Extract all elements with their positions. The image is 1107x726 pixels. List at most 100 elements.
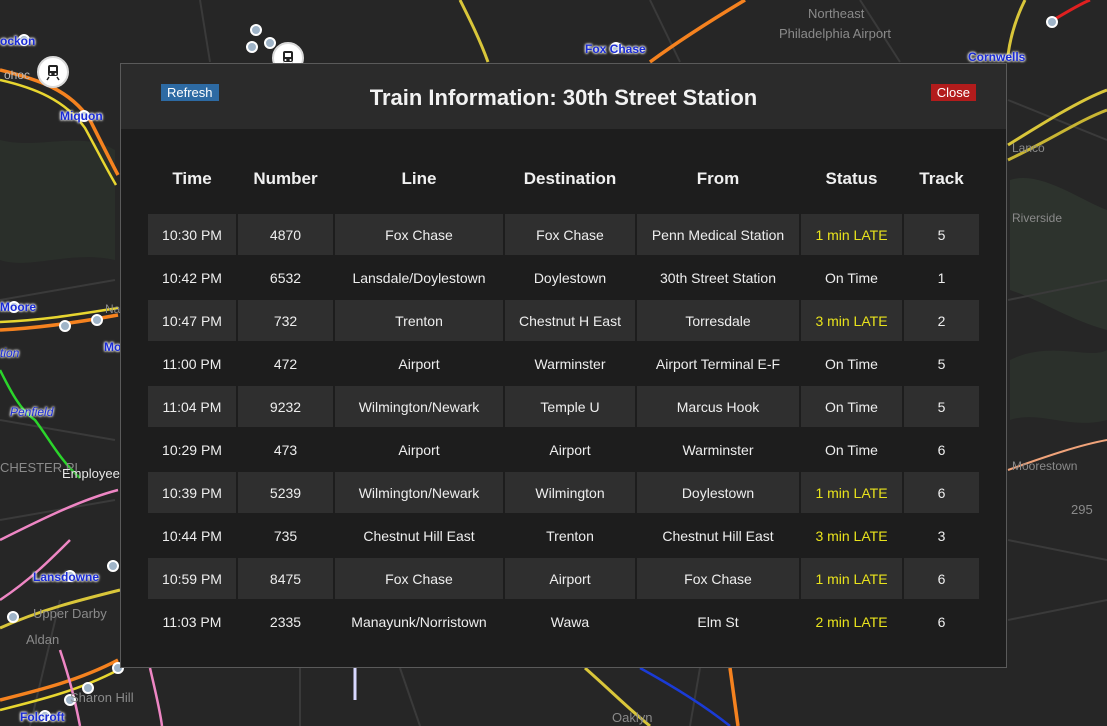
modal-title: Train Information: 30th Street Station [369,85,758,110]
cell-from: 30th Street Station [660,269,776,286]
map-label: Northeast [808,6,865,21]
cell-destination: Airport [549,441,591,458]
map-label: ockon [0,34,36,48]
cell-status: On Time [825,269,878,286]
cell-from: Doylestown [637,472,799,513]
table-row[interactable]: 10:30 PM 4870 Fox Chase Fox Chase Penn Medic… [148,214,979,255]
map-label: Lansdowne [33,570,100,584]
cell-number: 4870 [238,214,333,255]
table-row[interactable]: 11:04 PM 9232 Wilmington/Newark Temple U Mar… [148,386,979,427]
cell-track: 5 [904,386,979,427]
cell-line: Wilmington/Newark [335,472,503,513]
cell-line: Fox Chase [335,558,503,599]
cell-track: 2 [904,300,979,341]
cell-time: 10:39 PM [148,472,236,513]
column-header-time: Time [172,169,212,188]
cell-track: 6 [904,472,979,513]
train-icon-glyph [46,65,60,81]
map-label: Sharon Hill [70,690,134,705]
cell-track: 5 [937,355,946,372]
cell-status: 3 min LATE [801,300,902,341]
map-label: Miquon [60,109,103,123]
map-label: tion [0,346,20,360]
cell-from: Elm St [697,613,739,630]
cell-track: 6 [937,441,946,458]
cell-number: 472 [273,355,298,372]
cell-number: 735 [273,527,298,544]
table-row[interactable]: 10:59 PM 8475 Fox Chase Airport Fox Chase 1 m… [148,558,979,599]
modal-header: Refresh Train Information: 30th Street S… [121,64,1006,129]
cell-track: 6 [904,558,979,599]
table-body: 10:30 PM 4870 Fox Chase Fox Chase Penn Medic… [148,214,979,642]
cell-destination: Trenton [546,527,594,544]
train-schedule-table: Time Number Line Destination From Status… [146,162,981,644]
cell-time: 10:59 PM [148,558,236,599]
cell-number: 6532 [269,269,302,286]
cell-time: 10:42 PM [162,269,222,286]
map-label: Moore [0,300,36,314]
cell-status: 2 min LATE [815,613,888,630]
cell-track: 6 [937,613,946,630]
cell-from: Warminster [682,441,754,458]
cell-time: 10:44 PM [162,527,222,544]
table-header-row: Time Number Line Destination From Status… [148,164,979,194]
map-label: Philadelphia Airport [779,26,892,41]
cell-line: Fox Chase [335,214,503,255]
cell-from: Chestnut Hill East [662,527,774,544]
column-header-number: Number [253,169,318,188]
map-label: ohoc [4,68,31,82]
cell-from: Fox Chase [637,558,799,599]
cell-time: 10:30 PM [148,214,236,255]
cell-time: 11:00 PM [162,355,222,372]
cell-destination: Fox Chase [505,214,635,255]
cell-track: 5 [904,214,979,255]
map-label: Folcroft [20,710,65,724]
table-row[interactable]: 10:29 PM 473 Airport Airport Warminster On Ti… [148,429,979,470]
table-row[interactable]: 10:44 PM 735 Chestnut Hill East Trenton Ches… [148,515,979,556]
column-header-destination: Destination [523,169,617,188]
cell-status: On Time [825,355,878,372]
cell-line: Airport [398,355,440,372]
train-icon[interactable] [37,56,69,88]
cell-line: Chestnut Hill East [363,527,475,544]
map-label: Upper Darby [33,606,107,621]
cell-line: Wilmington/Newark [335,386,503,427]
table-row[interactable]: 10:42 PM 6532 Lansdale/Doylestown Doylestow… [148,257,979,298]
cell-line: Manayunk/Norristown [351,613,487,630]
cell-line: Airport [398,441,440,458]
map-label: Lanco [1012,141,1045,155]
column-header-status: Status [825,169,878,188]
table-row[interactable]: 11:03 PM 2335 Manayunk/Norristown Wawa Elm S… [148,601,979,642]
cell-number: 9232 [238,386,333,427]
cell-status: On Time [825,441,878,458]
map-label: Oaklyn [612,710,653,725]
map-label: Aldan [26,632,60,647]
cell-line: Trenton [335,300,503,341]
map-label: 295 [1071,502,1093,517]
table-row[interactable]: 10:47 PM 732 Trenton Chestnut H East Torresd… [148,300,979,341]
cell-track: 3 [937,527,946,544]
cell-from: Torresdale [637,300,799,341]
table-row[interactable]: 10:39 PM 5239 Wilmington/Newark Wilmington D… [148,472,979,513]
cell-time: 10:47 PM [148,300,236,341]
cell-from: Airport Terminal E-F [655,355,781,372]
cell-destination: Doylestown [533,269,607,286]
close-button[interactable]: Close [930,84,976,101]
cell-number: 2335 [269,613,302,630]
cell-status: 1 min LATE [801,214,902,255]
column-header-line: Line [401,169,437,188]
cell-destination: Wawa [550,613,590,630]
map-label: Mo [104,340,122,354]
table-row[interactable]: 11:00 PM 472 Airport Warminster Airport Term… [148,343,979,384]
cell-track: 1 [937,269,946,286]
column-header-from: From [696,169,740,188]
cell-time: 11:04 PM [148,386,236,427]
cell-number: 5239 [238,472,333,513]
cell-status: 1 min LATE [801,472,902,513]
cell-destination: Temple U [505,386,635,427]
cell-number: 473 [273,441,298,458]
cell-line: Lansdale/Doylestown [352,269,486,286]
train-info-modal: Refresh Train Information: 30th Street S… [120,63,1007,668]
cell-from: Penn Medical Station [637,214,799,255]
cell-time: 10:29 PM [162,441,222,458]
